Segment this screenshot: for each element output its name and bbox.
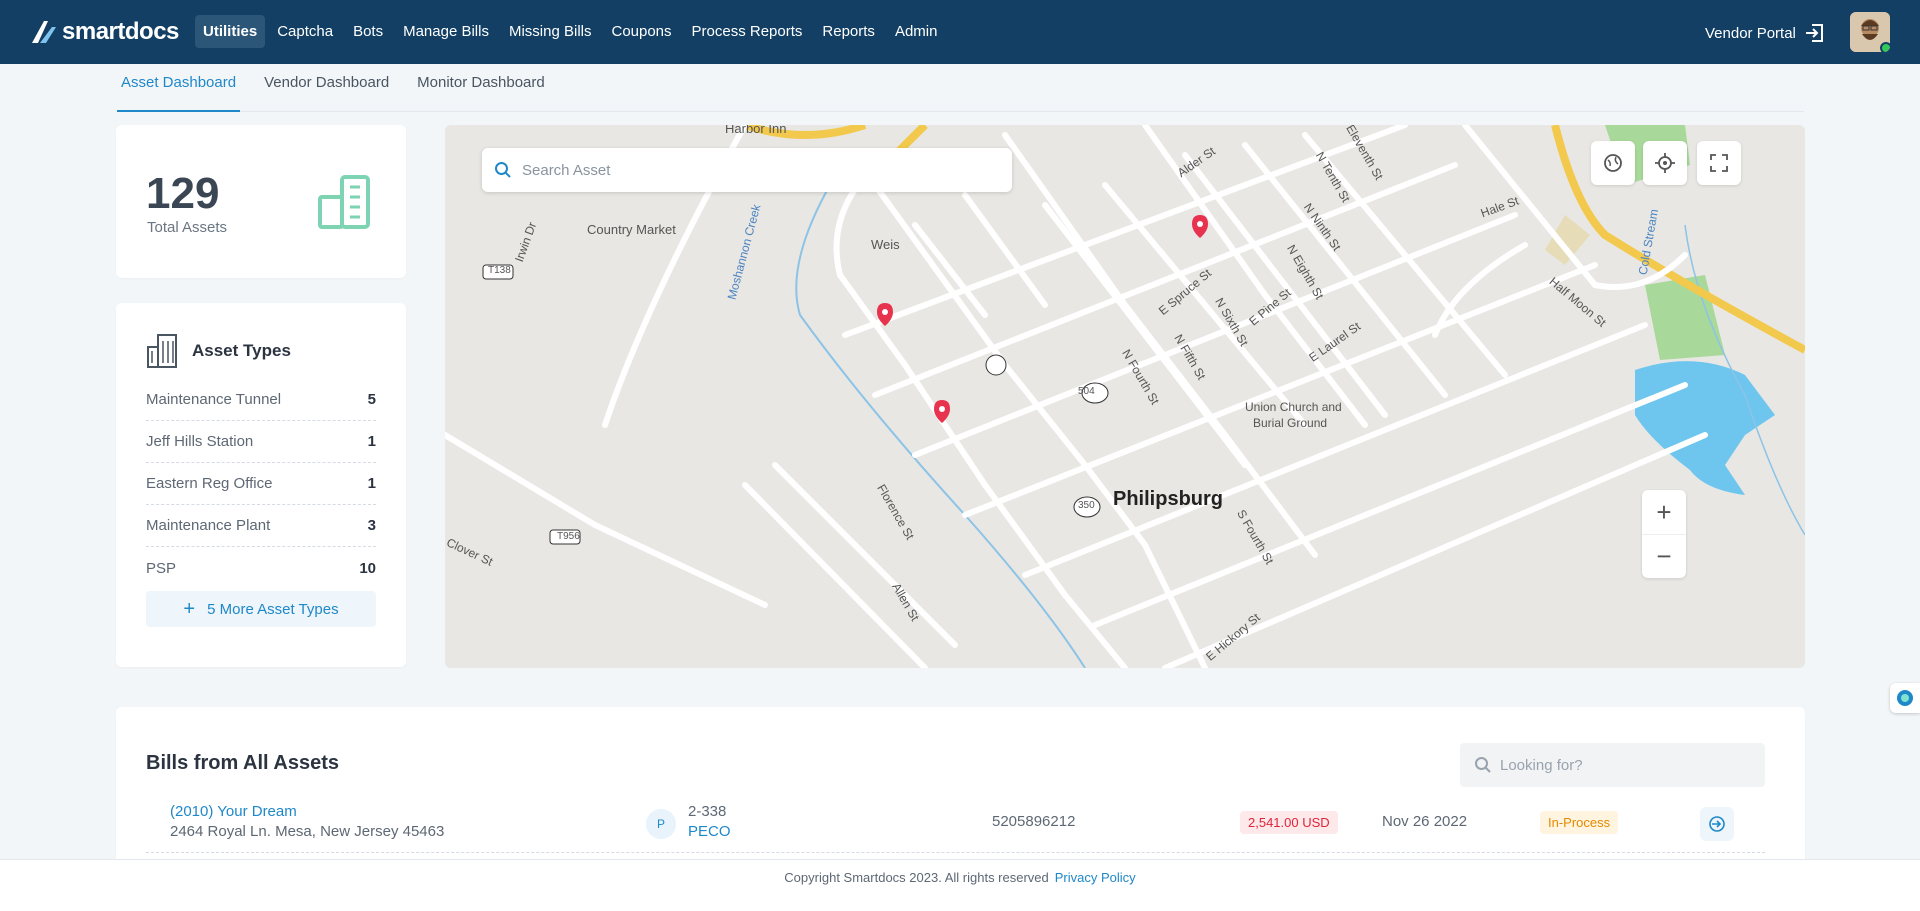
total-assets-count: 129: [146, 169, 220, 218]
exit-portal-icon: [1805, 24, 1823, 42]
zoom-out-button[interactable]: −: [1642, 534, 1686, 578]
bills-search-input[interactable]: [1500, 756, 1760, 774]
tab-vendor-dashboard[interactable]: Vendor Dashboard: [260, 64, 393, 112]
status-badge: In-Process: [1540, 811, 1619, 834]
bills-search-box[interactable]: [1460, 743, 1765, 787]
plus-icon: +: [183, 598, 196, 620]
nav-bots[interactable]: Bots: [345, 15, 391, 48]
search-icon: [1475, 757, 1491, 773]
asset-types-title: Asset Types: [192, 341, 291, 360]
map-label: Country Market: [587, 222, 676, 237]
asset-type-label: Jeff Hills Station: [146, 433, 254, 450]
map-layers-button[interactable]: [1591, 141, 1635, 185]
login-arrow-icon: [1709, 816, 1725, 832]
asset-type-count: 1: [367, 475, 376, 492]
asset-types-header: Asset Types: [146, 333, 291, 369]
search-icon: [495, 162, 511, 178]
main-nav: Utilities Captcha Bots Manage Bills Miss…: [195, 15, 945, 48]
copyright-text: Copyright Smartdocs 2023. All rights res…: [784, 870, 1049, 885]
app-name: smartdocs: [62, 18, 179, 45]
user-avatar[interactable]: [1850, 12, 1890, 52]
map-label: 504: [1078, 386, 1095, 397]
map-label: 350: [1078, 500, 1095, 511]
total-assets-label: Total Assets: [147, 219, 228, 236]
map-fullscreen-button[interactable]: [1697, 141, 1741, 185]
map-label: Union Church and: [1245, 400, 1342, 414]
asset-types-card: Asset Types Maintenance Tunnel 5 Jeff Hi…: [116, 303, 406, 667]
map-label: T138: [488, 265, 511, 276]
nav-reports[interactable]: Reports: [814, 15, 883, 48]
asset-type-count: 3: [367, 517, 376, 534]
asset-type-row[interactable]: Jeff Hills Station 1: [146, 421, 376, 463]
smartdocs-logo-icon: [32, 21, 56, 43]
chat-bubble-icon: [1897, 690, 1913, 706]
total-assets-card: 129 Total Assets: [116, 125, 406, 278]
nav-captcha[interactable]: Captcha: [269, 15, 341, 48]
asset-type-label: PSP: [146, 559, 177, 577]
privacy-policy-link[interactable]: Privacy Policy: [1055, 870, 1136, 911]
footer: Copyright Smartdocs 2023. All rights res…: [0, 859, 1920, 911]
fullscreen-icon: [1710, 154, 1728, 172]
top-navbar: smartdocs Utilities Captcha Bots Manage …: [0, 0, 1920, 64]
asset-type-label: Maintenance Plant: [146, 517, 271, 534]
locate-icon: [1655, 153, 1675, 173]
asset-type-row[interactable]: PSP 10: [146, 547, 376, 589]
bills-title: Bills from All Assets: [146, 752, 340, 774]
tab-monitor-dashboard[interactable]: Monitor Dashboard: [413, 64, 549, 112]
map-zoom-controls: + −: [1642, 490, 1686, 578]
asset-type-count: 5: [367, 391, 376, 408]
open-bill-button[interactable]: [1700, 807, 1734, 841]
table-row: (2010) Your Dream 2464 Royal Ln. Mesa, N…: [146, 797, 1765, 853]
bill-account: 2-338: [688, 803, 727, 820]
map-tiles: [445, 125, 1805, 668]
buildings-icon: [318, 175, 370, 229]
nav-manage-bills[interactable]: Manage Bills: [395, 15, 497, 48]
asset-type-count: 1: [367, 433, 376, 450]
asset-types-list: Maintenance Tunnel 5 Jeff Hills Station …: [146, 379, 376, 589]
nav-process-reports[interactable]: Process Reports: [684, 15, 811, 48]
nav-utilities[interactable]: Utilities: [195, 15, 266, 48]
app-logo[interactable]: smartdocs: [30, 18, 179, 46]
nav-coupons[interactable]: Coupons: [603, 15, 679, 48]
map-search-box[interactable]: [482, 148, 1012, 192]
vendor-portal-label: Vendor Portal: [1705, 24, 1796, 42]
asset-type-row[interactable]: Maintenance Tunnel 5: [146, 379, 376, 421]
provider-avatar: P: [646, 809, 676, 839]
dashboard-tabs: Asset Dashboard Vendor Dashboard Monitor…: [117, 64, 1804, 112]
globe-icon: [1604, 154, 1622, 172]
asset-type-label: Maintenance Tunnel: [146, 391, 282, 408]
asset-map[interactable]: Harbor Inn Country Market Weis Irwin Dr …: [445, 125, 1805, 668]
map-label: Burial Ground: [1253, 416, 1328, 430]
more-asset-types-button[interactable]: + 5 More Asset Types: [146, 591, 376, 627]
nav-admin[interactable]: Admin: [887, 15, 946, 48]
asset-type-row[interactable]: Maintenance Plant 3: [146, 505, 376, 547]
bill-provider[interactable]: PECO: [688, 823, 731, 840]
chat-widget-button[interactable]: [1890, 683, 1920, 713]
map-label: Weis: [871, 237, 900, 252]
asset-search-input[interactable]: [522, 161, 1002, 179]
zoom-in-button[interactable]: +: [1642, 490, 1686, 534]
office-building-icon: [147, 334, 177, 368]
online-status-dot: [1880, 42, 1890, 52]
bill-amount-badge: 2,541.00 USD: [1240, 811, 1338, 834]
asset-type-label: Eastern Reg Office: [146, 475, 273, 492]
more-asset-types-label: 5 More Asset Types: [207, 600, 339, 618]
map-city-label: Philipsburg: [1113, 488, 1223, 510]
bill-number: 5205896212: [992, 813, 1076, 830]
map-locate-button[interactable]: [1643, 141, 1687, 185]
bill-asset-name[interactable]: (2010) Your Dream: [170, 803, 297, 820]
bill-asset-address: 2464 Royal Ln. Mesa, New Jersey 45463: [170, 823, 445, 840]
asset-type-row[interactable]: Eastern Reg Office 1: [146, 463, 376, 505]
bill-date: Nov 26 2022: [1382, 813, 1468, 830]
map-label: Harbor Inn: [725, 125, 787, 136]
nav-missing-bills[interactable]: Missing Bills: [501, 15, 600, 48]
asset-type-count: 10: [359, 559, 376, 577]
vendor-portal-link[interactable]: Vendor Portal: [1705, 22, 1826, 44]
map-label: T956: [557, 531, 580, 542]
tab-asset-dashboard[interactable]: Asset Dashboard: [117, 64, 241, 112]
